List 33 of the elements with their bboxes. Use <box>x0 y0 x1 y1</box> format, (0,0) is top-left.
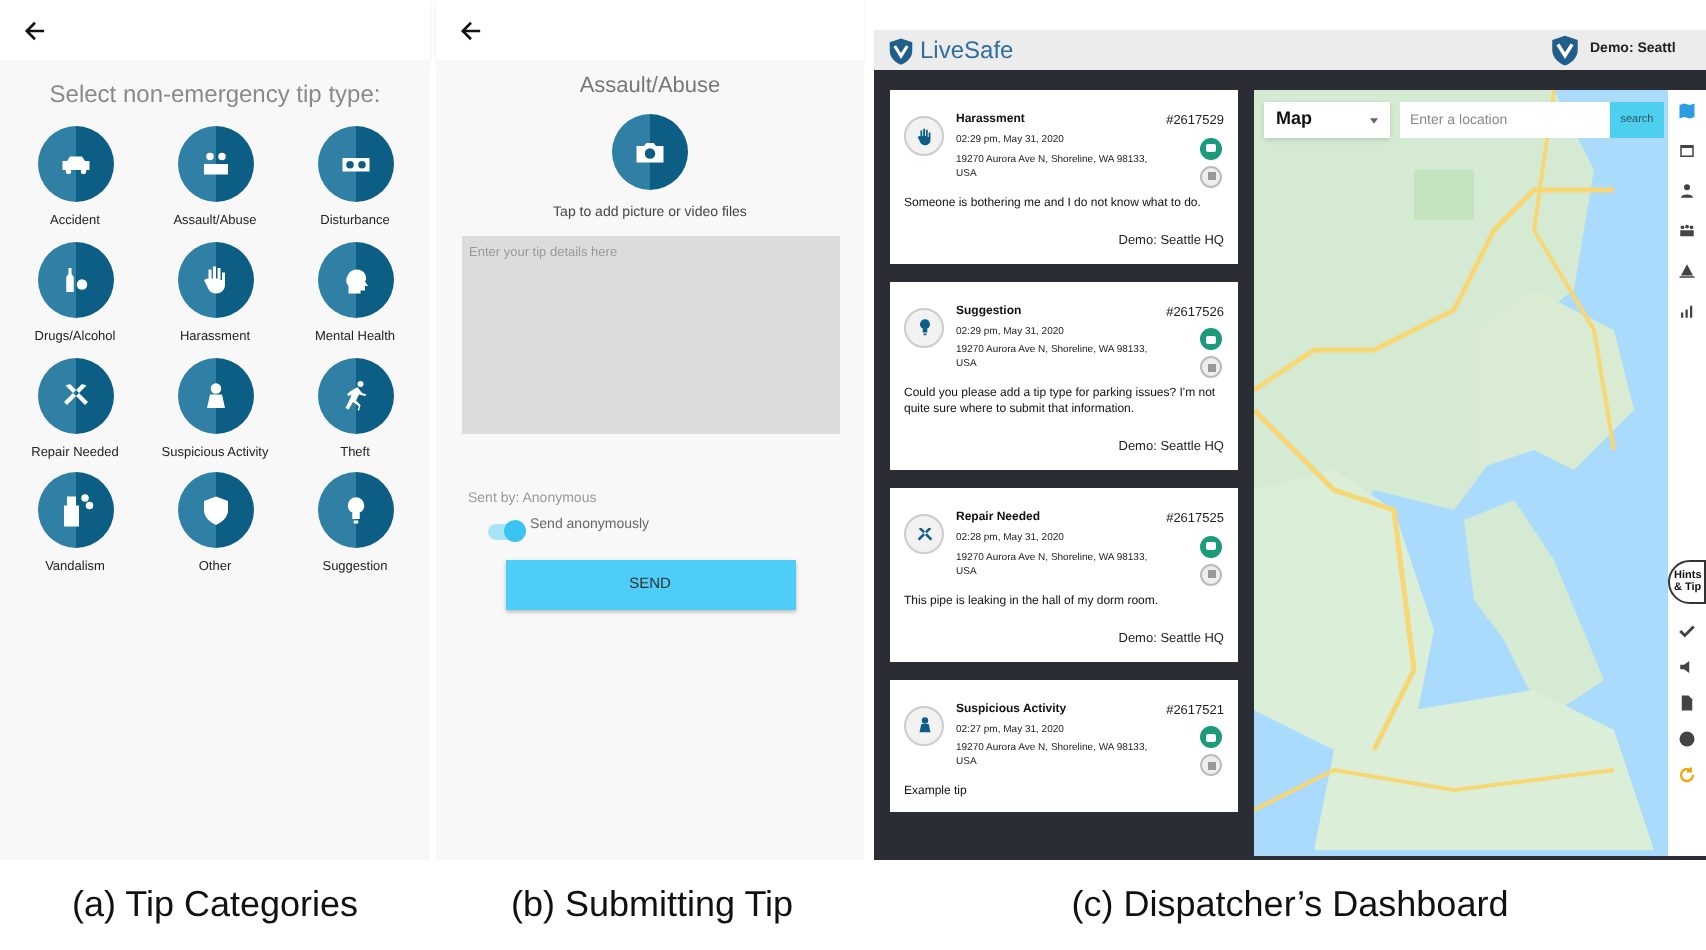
hand-icon <box>913 125 935 147</box>
flag-button[interactable] <box>1200 356 1222 379</box>
brand-name: LiveSafe <box>920 34 1014 68</box>
flag-button[interactable] <box>1200 165 1222 188</box>
flag-button[interactable] <box>1200 563 1222 586</box>
window-icon <box>1678 141 1696 159</box>
caret-icon <box>1370 117 1378 123</box>
message-button[interactable] <box>1200 726 1222 749</box>
bar-chart-icon <box>1678 301 1696 319</box>
shield-logo-icon <box>1548 32 1582 68</box>
map-type-dropdown[interactable]: Map <box>1264 102 1390 138</box>
tip-card[interactable] <box>890 281 1238 470</box>
message-button[interactable] <box>1200 535 1222 558</box>
figure-caption: (a) Tip Categories <box>69 882 361 928</box>
document-icon[interactable] <box>1678 694 1696 712</box>
cone-icon <box>1678 261 1696 279</box>
back-arrow-icon[interactable] <box>460 19 482 41</box>
people-icon <box>1678 221 1696 239</box>
check-icon[interactable] <box>1678 622 1696 640</box>
message-button[interactable] <box>1200 328 1222 351</box>
screen-title: Assault/Abuse <box>579 72 721 102</box>
back-arrow-icon[interactable] <box>24 19 46 41</box>
person-icon <box>1678 181 1696 199</box>
figure-caption: (c) Dispatcher’s Dashboard <box>1069 882 1511 928</box>
shield-logo-icon <box>886 35 916 65</box>
figure-caption: (b) Submitting Tip <box>508 882 796 928</box>
message-button[interactable] <box>1200 137 1222 160</box>
anonymous-toggle[interactable] <box>488 523 520 539</box>
add-media-button[interactable] <box>612 113 688 189</box>
tools-icon <box>913 523 935 545</box>
flag-button[interactable] <box>1200 754 1222 777</box>
screen-title: Select non-emergency tip type: <box>49 78 381 112</box>
map-icon <box>1678 101 1696 119</box>
